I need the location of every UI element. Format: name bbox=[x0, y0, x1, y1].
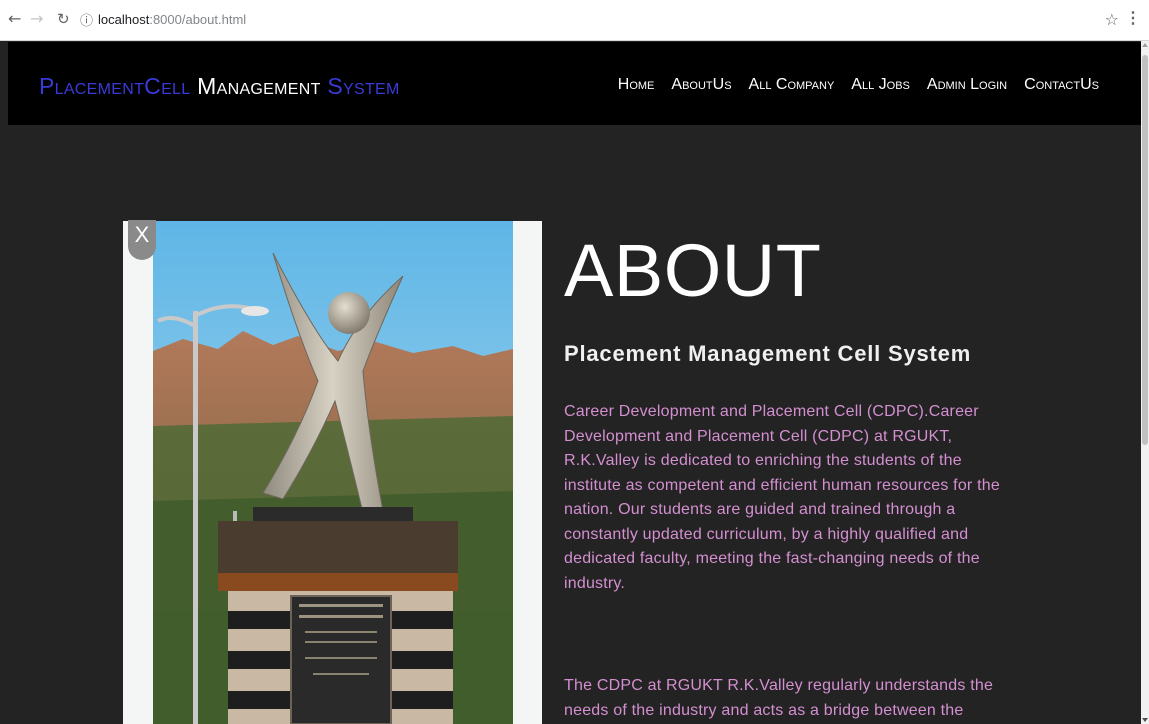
nav-link-admin-login[interactable]: Admin Login bbox=[927, 76, 1007, 94]
close-image-button[interactable]: X bbox=[128, 220, 156, 260]
page-scrollbar[interactable] bbox=[1141, 41, 1149, 724]
about-subtitle: Placement Management Cell System bbox=[564, 341, 972, 366]
site-header: PlacementCell Management System Home Abo… bbox=[8, 42, 1141, 125]
bookmark-star-icon[interactable]: ☆ bbox=[1105, 10, 1119, 29]
reload-icon[interactable]: ↻ bbox=[57, 10, 70, 28]
nav-link-all-company[interactable]: All Company bbox=[749, 76, 835, 94]
about-paragraph-2: The CDPC at RGUKT R.K.Valley regularly u… bbox=[564, 677, 994, 719]
campus-statue-illustration bbox=[153, 221, 513, 724]
brand-part-placementcell: PlacementCell bbox=[39, 73, 191, 99]
nav-link-contactus[interactable]: ContactUs bbox=[1024, 76, 1099, 94]
nav-link-aboutus[interactable]: AboutUs bbox=[671, 76, 731, 94]
main-nav: Home AboutUs All Company All Jobs Admin … bbox=[618, 76, 1099, 94]
nav-link-home[interactable]: Home bbox=[618, 76, 655, 94]
brand-part-management: Management bbox=[197, 73, 321, 99]
back-arrow-icon[interactable]: ← bbox=[8, 10, 21, 28]
address-bar[interactable]: ⓘ localhost:8000/about.html bbox=[80, 8, 246, 30]
url-path: :8000/about.html bbox=[149, 11, 247, 27]
browser-menu-icon[interactable]: ⋮ bbox=[1125, 8, 1141, 28]
url-host: localhost bbox=[98, 11, 150, 27]
brand-part-system: System bbox=[327, 73, 400, 99]
browser-toolbar: ← → ↻ ⓘ localhost:8000/about.html ☆ ⋮ bbox=[0, 0, 1149, 41]
about-title: ABOUT bbox=[564, 229, 822, 312]
site-brand[interactable]: PlacementCell Management System bbox=[39, 73, 400, 100]
scroll-down-arrow-icon[interactable] bbox=[1142, 718, 1148, 722]
scroll-up-arrow-icon[interactable] bbox=[1142, 43, 1148, 47]
nav-link-all-jobs[interactable]: All Jobs bbox=[851, 76, 910, 94]
scrollbar-thumb[interactable] bbox=[1142, 55, 1148, 445]
campus-statue-photo bbox=[123, 221, 542, 724]
info-icon[interactable]: ⓘ bbox=[80, 10, 93, 29]
about-paragraph-1: Career Development and Placement Cell (C… bbox=[564, 403, 1000, 592]
forward-arrow-icon[interactable]: → bbox=[30, 10, 43, 28]
